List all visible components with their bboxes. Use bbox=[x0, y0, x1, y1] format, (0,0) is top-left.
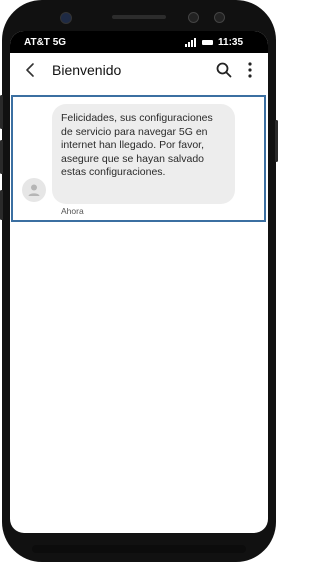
signal-icon bbox=[185, 38, 196, 47]
status-bar: AT&T 5G 11:35 bbox=[10, 31, 268, 53]
phone-frame: AT&T 5G 11:35 Bienvenido Felicidades, su… bbox=[0, 0, 278, 562]
proximity-sensor-icon bbox=[188, 12, 199, 23]
person-icon[interactable] bbox=[22, 178, 46, 202]
light-sensor-icon bbox=[214, 12, 225, 23]
volume-up-button bbox=[0, 95, 3, 129]
back-icon[interactable] bbox=[22, 61, 40, 79]
side-key-button bbox=[0, 190, 3, 220]
power-button bbox=[275, 120, 278, 162]
battery-icon bbox=[202, 40, 213, 45]
status-time: 11:35 bbox=[218, 37, 244, 48]
message-bubble[interactable]: Felicidades, sus configuraciones de serv… bbox=[52, 104, 235, 204]
earpiece-speaker bbox=[112, 15, 166, 19]
conversation-title: Bienvenido bbox=[52, 62, 122, 78]
message-timestamp: Ahora bbox=[61, 206, 84, 216]
conversation-header: Bienvenido bbox=[10, 53, 268, 89]
more-vertical-icon[interactable] bbox=[244, 61, 256, 79]
phone-screen: AT&T 5G 11:35 Bienvenido Felicidades, su… bbox=[10, 31, 268, 533]
message-text: Felicidades, sus configuraciones de serv… bbox=[61, 112, 213, 179]
bottom-bezel bbox=[32, 545, 246, 553]
carrier-label: AT&T 5G bbox=[24, 37, 67, 48]
search-icon[interactable] bbox=[215, 61, 233, 79]
volume-down-button bbox=[0, 140, 3, 174]
person-silhouette-icon bbox=[28, 184, 40, 196]
front-camera-icon bbox=[60, 12, 72, 24]
